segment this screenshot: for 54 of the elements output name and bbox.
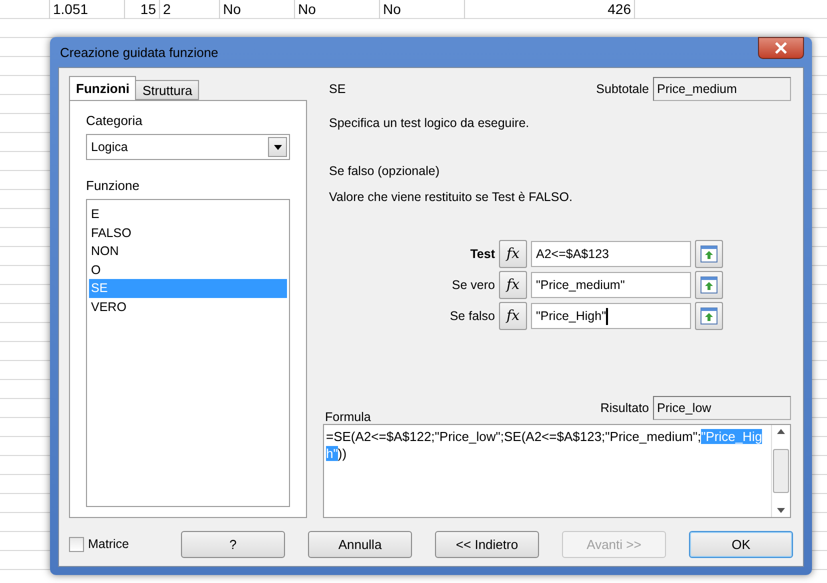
- close-button[interactable]: [758, 37, 804, 59]
- result-field: Price_low: [653, 396, 791, 420]
- subtotal-label: Subtotale: [596, 82, 649, 96]
- scrollbar[interactable]: [771, 425, 790, 517]
- function-name: SE: [328, 82, 346, 96]
- formula-label: Formula: [324, 410, 371, 424]
- formula-editor[interactable]: =SE(A2<=$A$122;"Price_low";SE(A2<=$A$123;"Price_medium";"Price_High")): [323, 424, 791, 518]
- function-description: Specifica un test logico da eseguire.: [328, 116, 530, 130]
- field-label: Categoria: [86, 113, 144, 128]
- list-item[interactable]: VERO: [89, 298, 287, 316]
- field-label: Funzione: [86, 178, 140, 193]
- argument-label: Se vero: [450, 278, 495, 292]
- function-wizard-button[interactable]: fx: [499, 240, 527, 268]
- sheet-cell: 15: [125, 0, 160, 19]
- function-wizard-button[interactable]: fx: [499, 271, 527, 299]
- sheet-cell: 426: [465, 0, 635, 19]
- list-item[interactable]: FALSO: [89, 224, 287, 242]
- list-item[interactable]: O: [89, 260, 287, 279]
- dropdown-arrow-icon: [274, 144, 282, 150]
- tab[interactable]: Funzioni: [69, 76, 136, 100]
- matrix-checkbox[interactable]: Matrice: [69, 536, 181, 552]
- dialog-button[interactable]: << Indietro: [435, 530, 539, 558]
- scroll-down-icon[interactable]: [777, 508, 785, 513]
- result-label: Risultato: [600, 401, 649, 415]
- sheet-cell: No: [380, 0, 465, 19]
- shrink-button[interactable]: [695, 271, 723, 299]
- list-item[interactable]: NON: [89, 242, 287, 260]
- window-title: Creazione guidata funzione: [59, 44, 218, 60]
- argument-field[interactable]: A2<=$A$123: [531, 241, 691, 267]
- category-dropdown[interactable]: Logica: [86, 134, 290, 160]
- shrink-dialog-icon: [700, 245, 718, 263]
- argument-title: Se falso (opzionale): [328, 164, 440, 178]
- sheet-cell: No: [220, 0, 295, 19]
- sheet-cell: 2: [160, 0, 220, 19]
- dialog-button[interactable]: ?: [181, 530, 285, 558]
- shrink-dialog-icon: [700, 276, 718, 294]
- sheet-cell: 1.051: [50, 0, 125, 19]
- scroll-up-icon[interactable]: [777, 429, 785, 434]
- shrink-button[interactable]: [695, 302, 723, 330]
- argument-label: Test: [469, 247, 495, 261]
- dialog-button[interactable]: OK: [689, 530, 793, 558]
- argument-field[interactable]: "Price_High": [531, 303, 691, 329]
- shrink-button[interactable]: [695, 240, 723, 268]
- subtotal-field: Price_medium: [653, 77, 791, 101]
- dialog-button[interactable]: Annulla: [308, 530, 412, 558]
- function-wizard-button[interactable]: fx: [499, 302, 527, 330]
- argument-description: Valore che viene restituito se Test è FALSO.: [328, 190, 574, 204]
- argument-field[interactable]: "Price_medium": [531, 272, 691, 298]
- close-icon: [774, 42, 788, 54]
- list-item[interactable]: E: [89, 205, 287, 224]
- argument-label: Se falso: [448, 309, 495, 323]
- tab[interactable]: Struttura: [135, 80, 200, 100]
- shrink-dialog-icon: [700, 307, 718, 325]
- sheet-cell: No: [295, 0, 380, 19]
